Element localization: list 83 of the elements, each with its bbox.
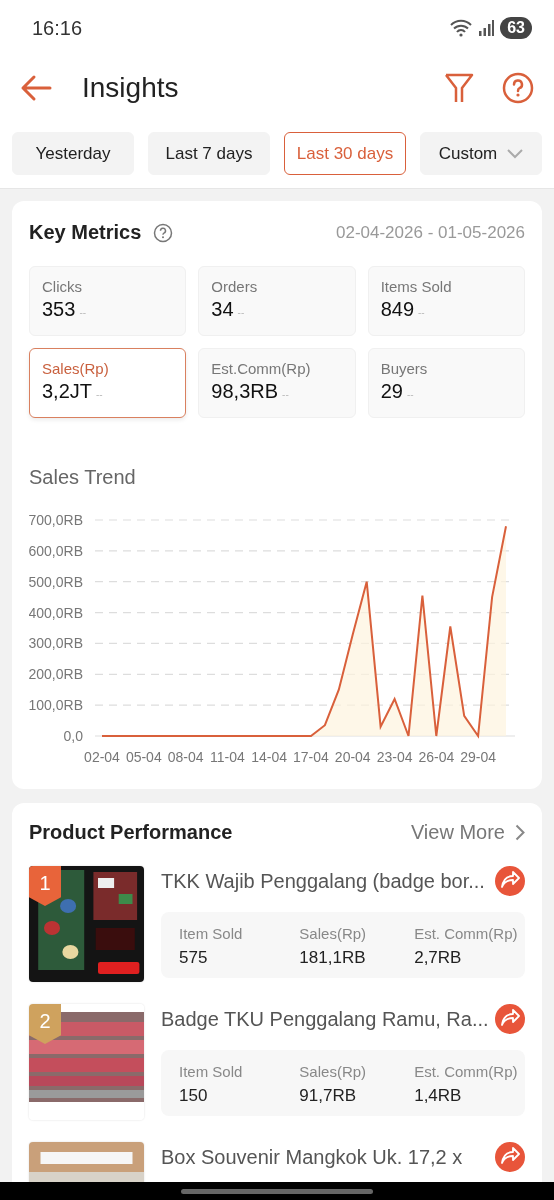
metric-tile[interactable]: Est.Comm(Rp) 98,3RB -- [198,348,356,418]
y-axis-label: 100,0RB [29,697,83,714]
y-axis-label: 300,0RB [29,635,83,652]
metric-change: -- [282,389,289,400]
chevron-down-icon [507,148,524,159]
stat-label: Est. Comm(Rp) [414,1063,519,1080]
stat-value: 150 [179,1086,209,1106]
x-axis-label: 29-04 [460,749,497,765]
metric-value: 849 [380,298,415,321]
metric-value: 3,2JT [42,380,93,403]
stat-value: 1,4RB [414,1086,463,1106]
filter-icon[interactable] [444,72,474,104]
chart-title: Sales Trend [29,466,137,489]
metric-value: 29 [380,380,403,403]
metric-label: Est.Comm(Rp) [211,360,312,377]
stat-value: 2,7RB [414,948,463,968]
metric-tile[interactable]: Orders 34 -- [198,266,356,336]
stat-label: Sales(Rp) [299,925,368,942]
range-tab[interactable]: Last 30 days [284,132,406,175]
stat-value: 91,7RB [299,1086,358,1106]
x-axis-label: 08-04 [167,749,204,765]
x-axis-label: 23-04 [376,749,413,765]
metric-value: 34 [211,298,234,321]
rank-badge: 2 [29,1004,61,1044]
section-title: Key Metrics [29,221,142,244]
rank-badge: 1 [29,866,61,906]
x-axis-label: 17-04 [293,749,329,765]
x-axis-label: 26-04 [418,749,455,765]
help-icon[interactable] [502,72,534,104]
product-title[interactable]: TKK Wajib Penggalang (badge bor... [161,869,487,893]
wifi-icon [450,19,473,37]
range-dropdown[interactable]: Custom [420,132,542,175]
date-range: 02-04-2026 - 01-05-2026 [335,222,525,243]
metric-tile[interactable]: Buyers 29 -- [367,348,525,418]
y-axis-label: 0,0 [63,728,83,744]
metric-value: 353 [42,298,76,321]
metric-change: -- [406,389,414,400]
y-axis-label: 600,0RB [29,542,83,559]
product-title[interactable]: Badge TKU Penggalang Ramu, Ra... [161,1007,487,1031]
metric-change: -- [418,307,425,318]
x-axis-label: 20-04 [334,749,371,765]
stat-label: Sales(Rp) [299,1063,368,1080]
metric-label: Orders [211,278,259,295]
page-title: Insights [82,72,180,104]
x-axis-label: 02-04 [84,749,120,765]
metric-label: Sales(Rp) [42,360,110,377]
metric-tile[interactable]: Items Sold 849 -- [367,266,525,336]
share-icon[interactable] [495,866,525,896]
share-icon[interactable] [495,1004,525,1034]
chevron-right-icon [515,824,525,841]
product-title[interactable]: Box Souvenir Mangkok Uk. 17,2 x [161,1145,487,1169]
battery-level: 63 [500,17,532,39]
y-axis-label: 700,0RB [29,512,83,528]
y-axis-label: 200,0RB [29,666,83,683]
stat-value: 181,1RB [299,948,367,968]
metric-tile[interactable]: Sales(Rp) 3,2JT -- [29,348,187,418]
stat-label: Est. Comm(Rp) [414,925,519,942]
stat-label: Item Sold [179,1063,244,1080]
metric-label: Clicks [42,278,83,295]
range-tab[interactable]: Last 7 days [148,132,270,175]
metric-change: -- [237,307,245,318]
x-axis-label: 05-04 [125,749,162,765]
metric-tile[interactable]: Clicks 353 -- [29,266,187,336]
range-tab[interactable]: Yesterday [12,132,134,175]
share-icon[interactable] [495,1142,525,1172]
section-title: Product Performance [29,821,234,844]
y-axis-label: 400,0RB [29,604,83,621]
x-axis-label: 14-04 [251,749,288,765]
metric-label: Items Sold [380,278,453,295]
metric-change: -- [96,389,103,400]
metric-label: Buyers [380,360,429,377]
stat-label: Item Sold [179,925,244,942]
signal-icon [478,20,495,36]
x-axis-label: 11-04 [210,749,245,765]
gesture-handle[interactable] [181,1188,373,1194]
view-more-link[interactable]: View More [410,821,525,844]
metric-change: -- [79,307,87,318]
status-time: 16:16 [32,16,84,40]
back-arrow-icon[interactable] [20,74,52,102]
y-axis-label: 500,0RB [29,573,83,590]
metric-value: 98,3RB [211,380,279,403]
stat-value: 575 [179,948,209,968]
help-icon[interactable] [153,222,174,243]
